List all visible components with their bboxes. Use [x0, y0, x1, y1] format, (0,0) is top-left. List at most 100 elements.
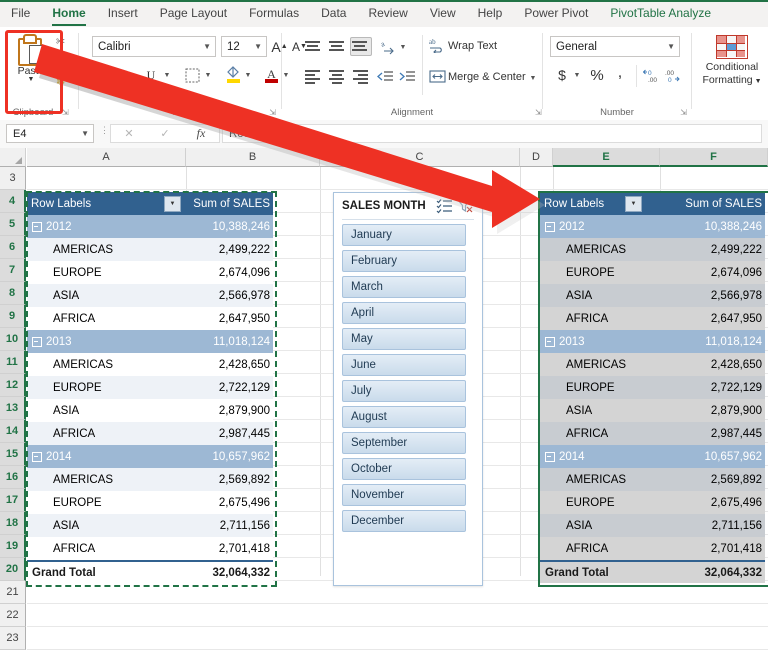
pivot-table-row[interactable]: AFRICA2,647,950 [540, 307, 765, 330]
conditional-formatting-label-1[interactable]: Conditional [696, 61, 768, 74]
wrap-text-label[interactable]: Wrap Text [448, 40, 497, 52]
pivot-row-filter-button[interactable]: ▼ [164, 196, 181, 212]
underline-button[interactable]: U [142, 65, 160, 85]
column-header-E[interactable]: E [553, 148, 660, 167]
ribbon-tab-power-pivot[interactable]: Power Pivot [513, 0, 599, 27]
ribbon-tab-page-layout[interactable]: Page Layout [149, 0, 238, 27]
pivot-table-row[interactable]: 201311,018,124 [27, 330, 273, 353]
slicer-item[interactable]: January [342, 224, 466, 246]
row-header-19[interactable]: 19 [0, 535, 26, 558]
font-name-input[interactable]: Calibri ▼ [92, 36, 216, 57]
pivot-table-row[interactable]: EUROPE2,674,096 [540, 261, 765, 284]
row-header-16[interactable]: 16 [0, 466, 26, 489]
slicer-item[interactable]: April [342, 302, 466, 324]
row-header-14[interactable]: 14 [0, 420, 26, 443]
underline-dropdown-caret[interactable]: ▼ [162, 67, 172, 83]
paste-dropdown-caret[interactable]: ▼ [28, 77, 35, 83]
pivot-table-row[interactable]: ASIA2,711,156 [27, 514, 273, 537]
bold-button[interactable]: B [94, 65, 112, 85]
pivot-table-row[interactable]: 201410,657,962 [27, 445, 273, 468]
row-header-10[interactable]: 10 [0, 328, 26, 351]
pivot-table-source[interactable]: Row Labels▼Sum of SALES201210,388,246AME… [27, 192, 273, 583]
pivot-table-row[interactable]: 201210,388,246 [540, 215, 765, 238]
row-header-17[interactable]: 17 [0, 489, 26, 512]
ribbon-tab-help[interactable]: Help [467, 0, 514, 27]
slicer-sales-month[interactable]: SALES MONTHJanuaryFebruaryMarchAprilMayJ… [333, 192, 483, 586]
pivot-table-row[interactable]: EUROPE2,722,129 [540, 376, 765, 399]
increase-decimal-icon[interactable]: 0 .00 [642, 65, 662, 85]
slicer-item[interactable]: July [342, 380, 466, 402]
borders-icon[interactable] [182, 65, 202, 85]
slicer-item[interactable]: June [342, 354, 466, 376]
number-format-select[interactable]: General ▼ [550, 36, 680, 57]
row-header-22[interactable]: 22 [0, 604, 26, 627]
row-header-3[interactable]: 3 [0, 167, 26, 190]
align-center-icon[interactable] [328, 69, 346, 85]
conditional-formatting-caret[interactable]: ▼ [753, 78, 762, 85]
slicer-item[interactable]: December [342, 510, 466, 532]
ribbon-tab-insert[interactable]: Insert [97, 0, 149, 27]
slicer-item[interactable]: March [342, 276, 466, 298]
collapse-icon[interactable] [32, 222, 42, 232]
column-header-D[interactable]: D [520, 148, 553, 167]
row-header-4[interactable]: 4 [0, 190, 26, 213]
row-header-18[interactable]: 18 [0, 512, 26, 535]
slicer-item[interactable]: August [342, 406, 466, 428]
row-header-13[interactable]: 13 [0, 397, 26, 420]
ribbon-tab-formulas[interactable]: Formulas [238, 0, 310, 27]
column-header-A[interactable]: A [27, 148, 186, 167]
ribbon-tab-file[interactable]: File [0, 0, 41, 27]
pivot-table-pasted[interactable]: Row Labels▼Sum of SALES201210,388,246AME… [540, 192, 765, 583]
font-size-caret[interactable]: ▼ [254, 42, 262, 51]
conditional-formatting-label-2[interactable]: Formatting [702, 74, 752, 86]
collapse-icon[interactable] [32, 452, 42, 462]
row-header-20[interactable]: 20 [0, 558, 26, 581]
name-box-caret[interactable]: ▼ [81, 129, 89, 138]
conditional-formatting-icon[interactable] [716, 35, 748, 59]
merge-center-icon[interactable] [428, 67, 446, 85]
align-top-icon[interactable] [304, 39, 322, 55]
pivot-table-row[interactable]: EUROPE2,675,496 [27, 491, 273, 514]
pivot-table-row[interactable]: AMERICAS2,428,650 [27, 353, 273, 376]
fill-color-icon[interactable] [224, 64, 242, 85]
pivot-table-row[interactable]: Grand Total32,064,332 [540, 560, 765, 583]
row-header-6[interactable]: 6 [0, 236, 26, 259]
pivot-table-row[interactable]: ASIA2,566,978 [540, 284, 765, 307]
formula-input[interactable]: Row Labels [222, 124, 762, 143]
percent-format-button[interactable]: % [588, 65, 606, 85]
collapse-icon[interactable] [545, 337, 555, 347]
pivot-row-filter-button[interactable]: ▼ [625, 196, 642, 212]
alignment-dialog-launcher[interactable]: ⇲ [535, 108, 542, 117]
row-header-21[interactable]: 21 [0, 581, 26, 604]
increase-indent-icon[interactable] [398, 69, 417, 86]
row-header-15[interactable]: 15 [0, 443, 26, 466]
formula-bar-grip[interactable]: ⋮ [100, 128, 109, 133]
copy-icon[interactable]: 🗋 [56, 55, 64, 72]
pivot-table-row[interactable]: Grand Total32,064,332 [27, 560, 273, 583]
pivot-table-row[interactable]: AFRICA2,701,418 [27, 537, 273, 560]
row-header-11[interactable]: 11 [0, 351, 26, 374]
slicer-item[interactable]: November [342, 484, 466, 506]
align-right-icon[interactable] [352, 69, 370, 85]
merge-center-label[interactable]: Merge & Center [448, 71, 526, 83]
currency-dropdown-caret[interactable]: ▼ [572, 68, 582, 82]
ribbon-tab-review[interactable]: Review [357, 0, 418, 27]
pivot-table-row[interactable]: 201311,018,124 [540, 330, 765, 353]
pivot-table-row[interactable]: AFRICA2,701,418 [540, 537, 765, 560]
ribbon-tab-home[interactable]: Home [41, 0, 96, 27]
pivot-table-row[interactable]: ASIA2,566,978 [27, 284, 273, 307]
pivot-table-row[interactable]: ASIA2,711,156 [540, 514, 765, 537]
collapse-icon[interactable] [545, 222, 555, 232]
orientation-icon[interactable]: a [378, 37, 398, 56]
ribbon-tab-view[interactable]: View [419, 0, 467, 27]
column-header-B[interactable]: B [186, 148, 320, 167]
slicer-item[interactable]: February [342, 250, 466, 272]
select-all-corner[interactable] [0, 148, 26, 167]
pivot-table-row[interactable]: AMERICAS2,569,892 [27, 468, 273, 491]
number-format-caret[interactable]: ▼ [667, 42, 675, 51]
currency-format-button[interactable]: $ [554, 65, 570, 85]
pivot-table-row[interactable]: AMERICAS2,499,222 [27, 238, 273, 261]
pivot-table-row[interactable]: AFRICA2,987,445 [540, 422, 765, 445]
paste-button[interactable]: Paste ▼ [9, 32, 53, 100]
font-size-input[interactable]: 12 ▼ [221, 36, 267, 57]
